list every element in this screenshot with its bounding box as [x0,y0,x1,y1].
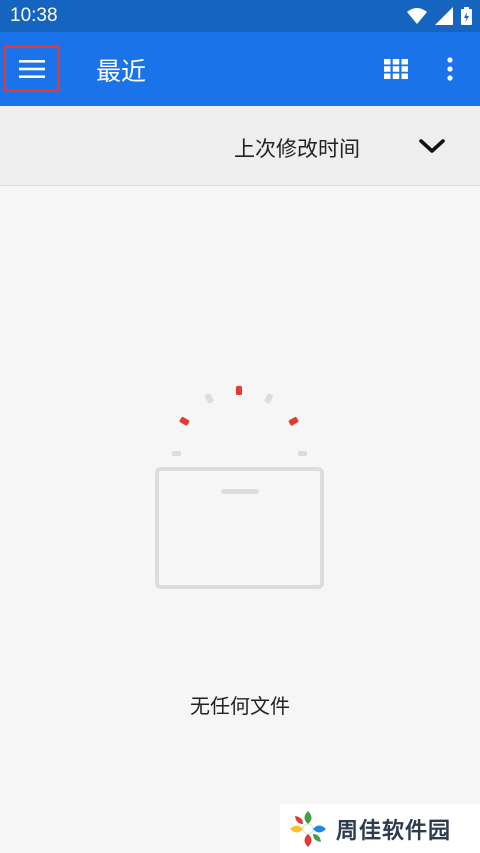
page-title: 最近 [96,57,147,86]
app-bar: 最近 [0,32,480,106]
wifi-icon [407,8,427,24]
signal-icon [435,7,453,25]
watermark-text: 周佳软件园 [336,818,452,844]
sort-bar[interactable]: 上次修改时间 [0,106,480,186]
status-bar: 10:38 [0,0,480,32]
sort-label: 上次修改时间 [234,137,360,161]
grid-view-icon [384,59,408,79]
more-options-button[interactable] [440,54,460,84]
status-time: 10:38 [10,5,58,26]
grid-view-button[interactable] [382,56,410,82]
empty-message: 无任何文件 [190,694,290,718]
chevron-down-icon[interactable] [418,136,446,156]
status-icons [407,7,472,25]
watermark-logo-icon [290,810,326,847]
more-vert-icon [447,57,453,81]
watermark: 周佳软件园 [280,804,480,853]
empty-folder-icon [155,386,324,589]
battery-icon [461,7,472,25]
menu-icon [19,60,45,78]
menu-button[interactable] [4,46,60,92]
